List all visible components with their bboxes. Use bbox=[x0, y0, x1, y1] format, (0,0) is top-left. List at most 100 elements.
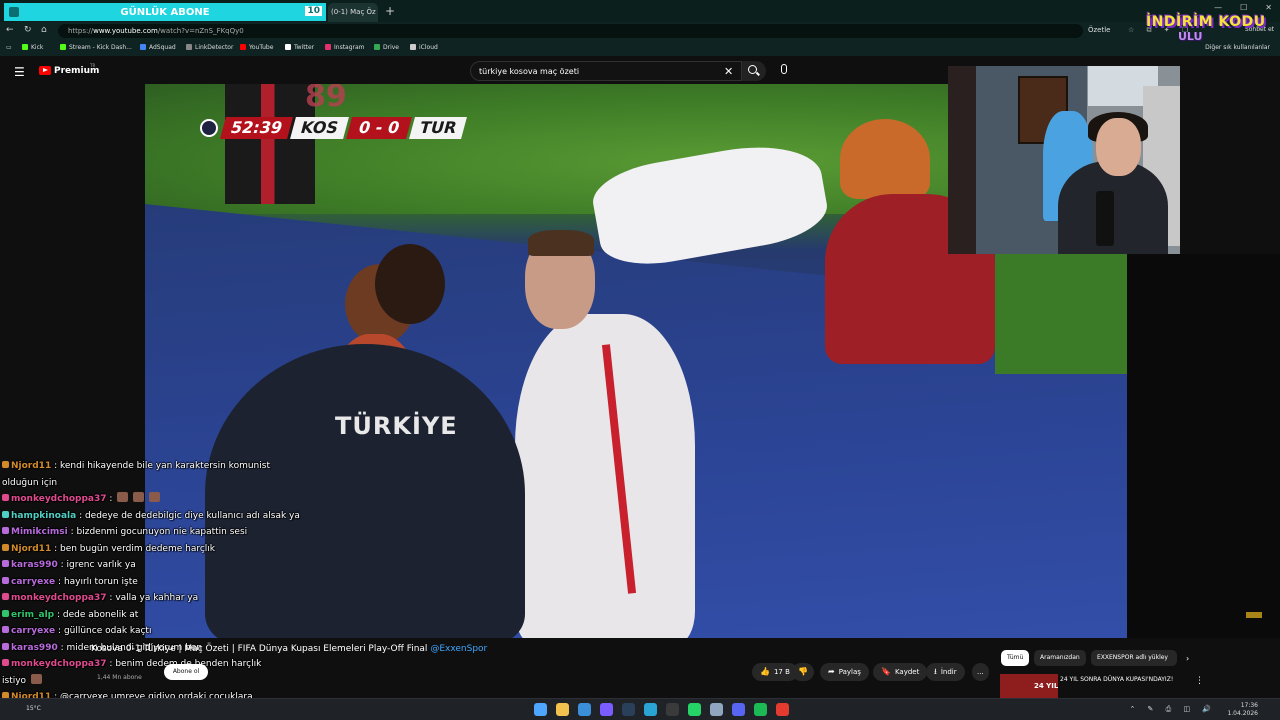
home-icon[interactable]: ⌂ bbox=[41, 25, 47, 35]
subscribe-button[interactable]: Abone ol bbox=[164, 664, 208, 680]
overlay-icon bbox=[9, 7, 19, 17]
youtube-logo-icon[interactable] bbox=[39, 66, 51, 75]
taskbar-app-icon[interactable] bbox=[754, 703, 767, 716]
chat-username[interactable]: carryexe bbox=[11, 577, 55, 587]
url-input[interactable]: https://www.youtube.com/watch?v=nZnS_FKq… bbox=[58, 24, 1083, 38]
competition-logo-icon bbox=[195, 116, 223, 140]
filter-chip[interactable]: Aramanızdan bbox=[1034, 650, 1086, 666]
chat-username[interactable]: monkeydchoppa37 bbox=[11, 593, 107, 603]
chat-username[interactable]: monkeydchoppa37 bbox=[11, 494, 107, 504]
chat-message: Njord11 : kendi hikayende bile yan karak… bbox=[2, 458, 302, 475]
bookmark-item[interactable]: LinkDetector bbox=[186, 44, 233, 51]
bookmark-favicon-icon bbox=[240, 44, 246, 50]
bookmarks-bar: ▭ Kick Stream - Kick Dash... AdSquad LinkDet… bbox=[0, 40, 1280, 56]
maximize-icon[interactable]: ☐ bbox=[1240, 3, 1247, 12]
bookmark-item[interactable]: AdSquad bbox=[140, 44, 176, 51]
taskbar-app-icon[interactable] bbox=[600, 703, 613, 716]
share-button[interactable]: ➦ Paylaş bbox=[820, 663, 869, 681]
dislike-button[interactable]: 👎 bbox=[792, 663, 814, 681]
hamburger-menu-icon[interactable]: ☰ bbox=[14, 65, 25, 79]
taskbar-app-icon[interactable] bbox=[622, 703, 635, 716]
chat-username[interactable]: hampkinoala bbox=[11, 511, 76, 521]
download-button[interactable]: ⭳ İndir bbox=[926, 663, 965, 681]
streamer-head bbox=[1096, 118, 1141, 176]
weather-widget[interactable]: 15°C bbox=[26, 705, 41, 712]
taskbar-app-icon[interactable] bbox=[578, 703, 591, 716]
steward-beanie bbox=[840, 119, 930, 199]
chat-text: : dede abonelik at bbox=[56, 609, 139, 620]
chat-text: : igrenc varlık ya bbox=[60, 560, 136, 570]
taskbar-clock[interactable]: 17:36 1.04.2026 bbox=[1227, 702, 1258, 718]
discount-code-overlay: İNDİRİM KODU bbox=[1146, 14, 1266, 30]
system-tray-icons[interactable]: ⌃ ✎ ⎙ ◫ 🔊 bbox=[1129, 705, 1216, 714]
chat-text: istiyo bbox=[2, 675, 27, 686]
taskbar-app-icon[interactable] bbox=[776, 703, 789, 716]
bookmark-item[interactable]: YouTube bbox=[240, 44, 273, 51]
chat-message: monkeydchoppa37 : bbox=[2, 491, 302, 508]
search-input[interactable]: türkiye kosova maç özeti bbox=[470, 61, 742, 81]
kebab-menu-icon[interactable]: ⋮ bbox=[1195, 676, 1204, 686]
taskbar-app-icon[interactable] bbox=[710, 703, 723, 716]
back-icon[interactable]: ← bbox=[6, 25, 14, 35]
bookmark-favicon-icon bbox=[140, 44, 146, 50]
bookmark-item[interactable]: Drive bbox=[374, 44, 399, 51]
window-close-icon[interactable]: ✕ bbox=[1265, 3, 1272, 12]
chat-username[interactable]: Njord11 bbox=[11, 461, 51, 471]
chat-username[interactable]: Njord11 bbox=[11, 544, 51, 554]
tab-youtube[interactable]: (0-1) Maç Öz ✕ bbox=[328, 3, 378, 22]
save-button[interactable]: 🔖 Kaydet bbox=[873, 663, 928, 681]
refresh-icon[interactable]: ↻ bbox=[24, 25, 32, 35]
taskbar-app-icon[interactable] bbox=[534, 703, 547, 716]
clock-date: 1.04.2026 bbox=[1227, 710, 1258, 717]
clear-search-icon[interactable]: ✕ bbox=[724, 65, 733, 78]
filter-chip[interactable]: Tümü bbox=[1001, 650, 1030, 666]
chat-badge-icon bbox=[2, 642, 9, 650]
bookmark-item[interactable]: Twitter bbox=[285, 44, 314, 51]
chat-username[interactable]: carryexe bbox=[11, 626, 55, 636]
search-icon[interactable] bbox=[742, 61, 766, 81]
new-tab-button[interactable]: + bbox=[385, 4, 395, 18]
chat-username[interactable]: karas990 bbox=[11, 560, 58, 570]
chat-message: carryexe : güllünce odak kaçtı bbox=[2, 623, 302, 640]
filter-chip[interactable]: EXXENSPOR adlı yükley bbox=[1091, 650, 1177, 666]
taskbar-app-icon[interactable] bbox=[666, 703, 679, 716]
bookmark-item[interactable]: Kick bbox=[22, 44, 43, 51]
more-actions-button[interactable]: ... bbox=[972, 663, 989, 681]
bookmark-icon: 🔖 bbox=[881, 667, 891, 676]
chat-badge-icon bbox=[2, 510, 9, 518]
recommendation-thumbnail[interactable]: 24 YIL SONRA bbox=[1000, 674, 1058, 698]
minimize-icon[interactable]: — bbox=[1214, 3, 1222, 12]
taskbar-app-icon[interactable] bbox=[688, 703, 701, 716]
chat-badge-icon bbox=[2, 626, 9, 633]
window-controls: — ☐ ✕ bbox=[1214, 3, 1272, 12]
other-bookmarks[interactable]: Diğer sık kullanılanlar bbox=[1205, 44, 1270, 51]
chat-text: : güllünce odak kaçtı bbox=[58, 626, 152, 636]
bookmark-favicon-icon bbox=[410, 44, 416, 50]
bookmark-item[interactable]: iCloud bbox=[410, 44, 438, 51]
browser-tab-strip: GÜNLÜK ABONE 10 (0-1) Maç Öz ✕ + — ☐ ✕ bbox=[0, 0, 1280, 22]
bookmarks-menu-icon[interactable]: ▭ bbox=[6, 44, 12, 51]
channel-tag-link[interactable]: @ExxenSpor bbox=[430, 644, 487, 654]
chat-badge-icon bbox=[2, 609, 9, 617]
save-label: Kaydet bbox=[894, 668, 920, 676]
chat-username[interactable]: erim_alp bbox=[11, 610, 54, 620]
url-path: /watch?v=nZnS_FKqQy0 bbox=[157, 27, 244, 35]
summarize-button[interactable]: Özetle bbox=[1088, 26, 1111, 34]
player-legs bbox=[225, 84, 315, 204]
chat-username[interactable]: karas990 bbox=[11, 643, 58, 653]
thumbnail-text: 24 YIL SONRA bbox=[1034, 682, 1058, 690]
chat-badge-icon bbox=[2, 576, 9, 584]
bookmark-item[interactable]: Stream - Kick Dash... bbox=[60, 44, 132, 51]
bookmark-item[interactable]: Instagram bbox=[325, 44, 365, 51]
taskbar-app-icon[interactable] bbox=[644, 703, 657, 716]
chevron-right-icon[interactable]: › bbox=[1186, 654, 1189, 663]
chat-username[interactable]: monkeydchoppa37 bbox=[11, 659, 107, 669]
taskbar-app-icon[interactable] bbox=[556, 703, 569, 716]
chat-badge-icon bbox=[2, 494, 9, 501]
chat-emote-icon bbox=[149, 492, 161, 502]
chat-username[interactable]: Mimikcimsi bbox=[11, 527, 68, 537]
stream-chat: Njord11 : kendi hikayende bile yan karak… bbox=[2, 458, 302, 720]
taskbar-app-icon[interactable] bbox=[732, 703, 745, 716]
recommendation-title[interactable]: 24 YIL SONRA DÜNYA KUPASI'NDAYIZ! bbox=[1060, 676, 1180, 684]
microphone-icon[interactable] bbox=[779, 64, 787, 76]
